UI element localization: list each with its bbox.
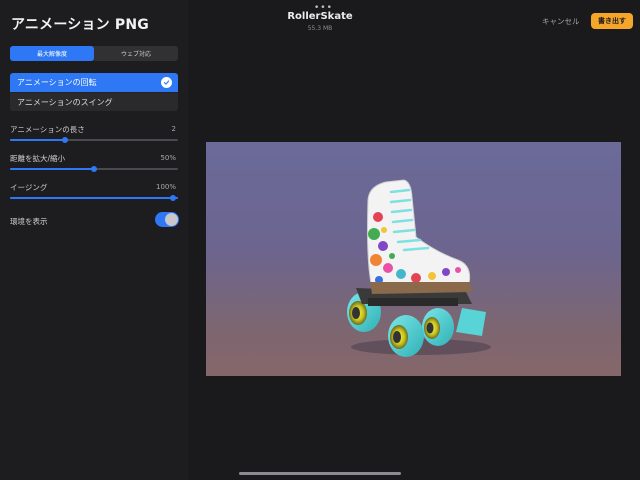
checkmark-icon [161,77,172,88]
segment-web-ready[interactable]: ウェブ対応 [94,46,178,61]
option-rotate[interactable]: アニメーションの回転 [10,73,178,93]
slider-scale-fill [10,168,94,170]
slider-easing[interactable] [10,195,178,201]
export-sidebar: アニメーション PNG 最大解像度 ウェブ対応 アニメーションの回転 アニメーシ… [0,0,188,480]
slider-scale[interactable] [10,166,178,172]
slider-easing-fill [10,197,178,199]
slider-scale-knob[interactable] [91,166,97,172]
show-environment-label: 環境を表示 [10,217,48,226]
slider-easing-value: 100% [155,183,176,191]
resolution-segmented-control[interactable]: 最大解像度 ウェブ対応 [10,46,178,61]
animation-preview[interactable] [206,142,621,376]
slider-scale-value: 50% [160,154,176,162]
animation-type-list: アニメーションの回転 アニメーションのスイング [10,73,178,111]
export-button[interactable]: 書き出す [591,13,633,29]
option-rotate-label: アニメーションの回転 [17,78,97,87]
roller-skate-illustration [347,179,491,357]
slider-length[interactable] [10,137,178,143]
option-swing[interactable]: アニメーションのスイング [10,93,178,111]
option-swing-label: アニメーションのスイング [17,97,113,107]
home-indicator [239,472,401,475]
slider-length-knob[interactable] [62,137,69,143]
toggle-thumb [165,213,178,226]
cancel-button[interactable]: キャンセル [542,16,580,27]
segment-max-resolution[interactable]: 最大解像度 [10,46,94,61]
slider-easing-label: イージング [10,183,48,192]
slider-length-label: アニメーションの長さ [10,125,85,134]
slider-easing-knob[interactable] [169,195,176,201]
slider-length-fill [10,139,66,141]
slider-length-value: 2 [171,125,176,133]
slider-scale-label: 距離を拡大/縮小 [10,154,66,163]
show-environment-toggle[interactable] [155,212,179,227]
